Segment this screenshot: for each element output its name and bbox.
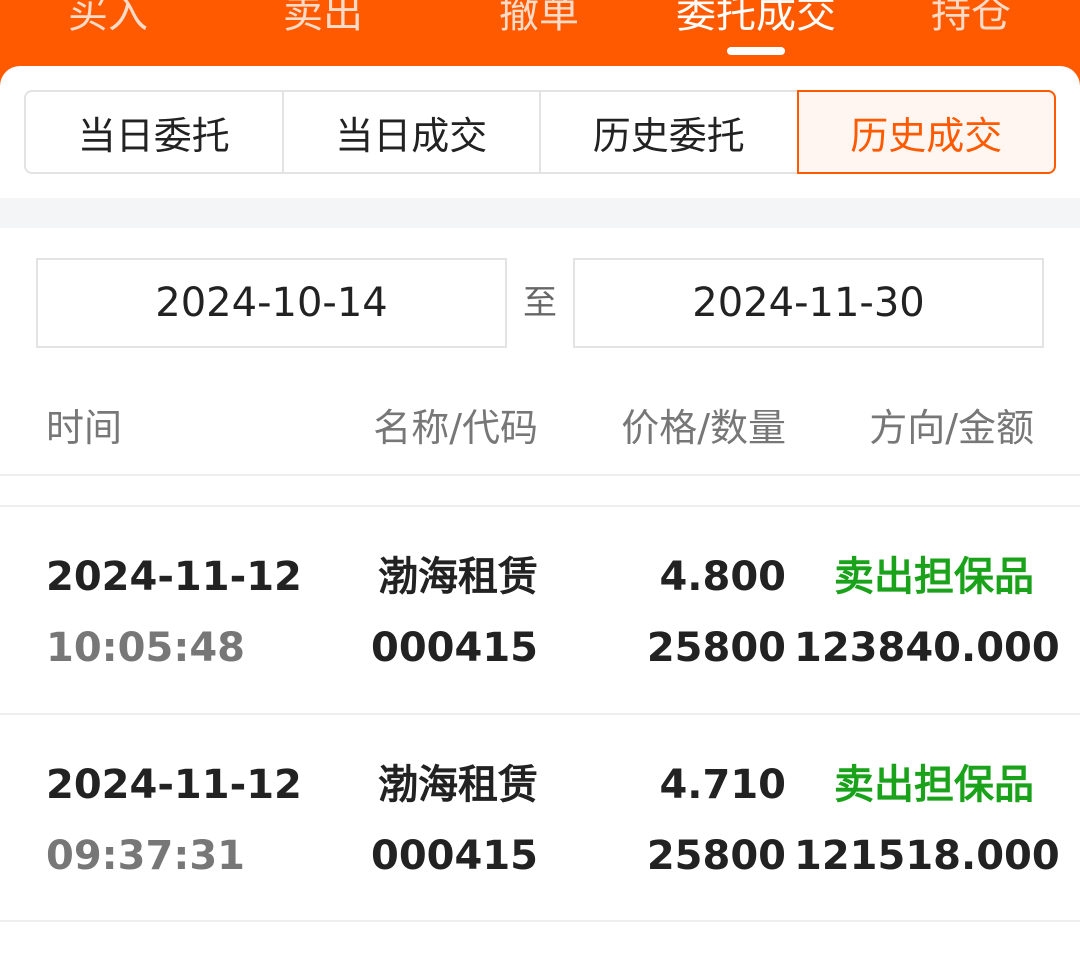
trade-direction: 卖出担保品 [834,554,1034,600]
trade-direction: 卖出担保品 [834,762,1034,808]
start-date-field[interactable]: 2024-10-14 [36,258,507,348]
trade-quantity: 25800 [646,833,786,879]
trade-time: 10:05:48 [46,625,245,671]
stock-code: 000415 [371,833,538,879]
date-range-separator: 至 [523,283,557,323]
header-divider [0,474,1080,476]
tab-sell[interactable]: 卖出 [255,0,391,44]
trade-date: 2024-11-12 [46,762,302,808]
trade-amount: 123840.000 [794,625,1060,671]
tab-positions[interactable]: 持仓 [903,0,1039,44]
row-divider [0,920,1080,922]
trade-price: 4.800 [659,554,786,600]
end-date-field[interactable]: 2024-11-30 [573,258,1044,348]
app-screen: 买入 卖出 撤单 委托成交 持仓 当日委托 当日成交 历史委托 历史成交 202… [0,0,1080,964]
stock-name: 渤海租赁 [378,762,538,808]
trade-time: 09:37:31 [46,833,245,879]
tab-cancel-order[interactable]: 撤单 [471,0,607,44]
active-tab-indicator [727,47,785,55]
stock-name: 渤海租赁 [378,554,538,600]
header-name-code: 名称/代码 [373,406,538,450]
segment-today-orders[interactable]: 当日委托 [24,90,284,174]
header-price-quantity: 价格/数量 [621,406,786,450]
section-separator [0,198,1080,228]
stock-code: 000415 [371,625,538,671]
header-time: 时间 [46,406,123,450]
table-row[interactable]: 2024-11-12 09:37:31 渤海租赁 000415 4.710 25… [0,715,1080,921]
tab-buy[interactable]: 买入 [40,0,176,44]
trade-date: 2024-11-12 [46,554,302,600]
table-row[interactable]: 2024-11-12 10:05:48 渤海租赁 000415 4.800 25… [0,507,1080,713]
trade-price: 4.710 [659,762,786,808]
trade-amount: 121518.000 [794,833,1060,879]
tab-orders-trades[interactable]: 委托成交 [656,0,856,44]
segment-history-trades[interactable]: 历史成交 [796,90,1056,174]
segment-today-trades[interactable]: 当日成交 [281,90,541,174]
segmented-control: 当日委托 当日成交 历史委托 历史成交 [24,90,1056,174]
trade-quantity: 25800 [646,625,786,671]
segment-history-orders[interactable]: 历史委托 [539,90,799,174]
header-direction-amount: 方向/金额 [869,406,1034,450]
